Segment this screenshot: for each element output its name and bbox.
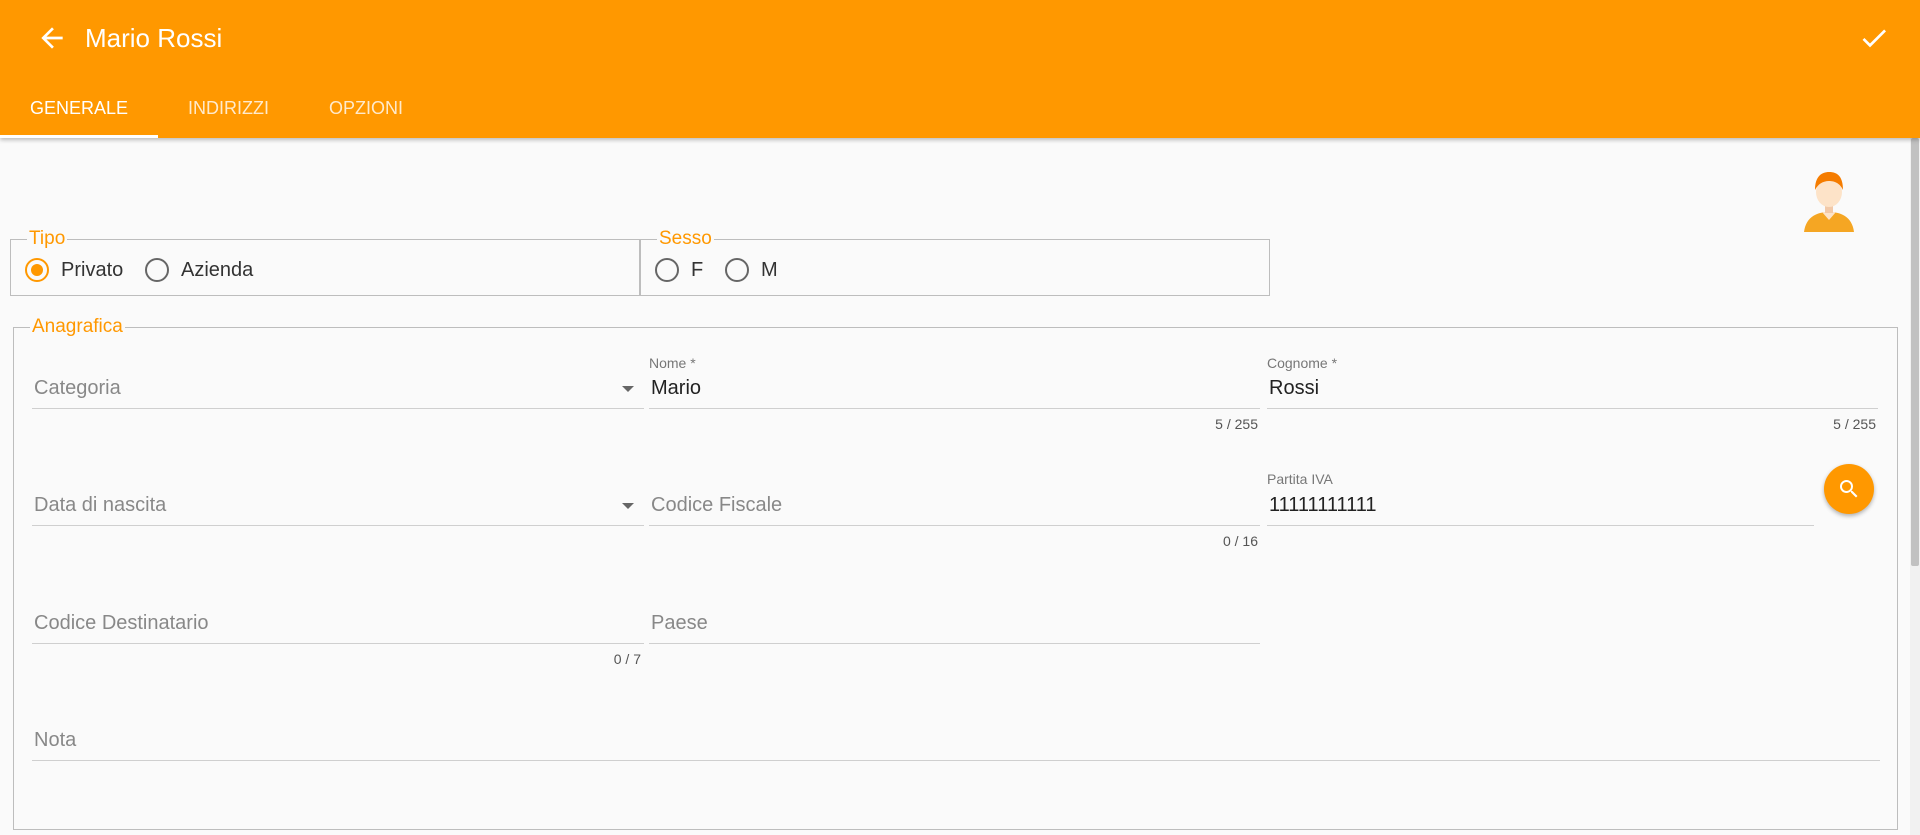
tab-indirizzi[interactable]: INDIRIZZI <box>158 84 299 138</box>
tab-bar: GENERALE INDIRIZZI OPZIONI <box>0 84 433 138</box>
nome-value: Mario <box>651 377 702 399</box>
arrow-left-icon[interactable] <box>36 22 68 54</box>
cognome-label: Cognome * <box>1267 355 1338 371</box>
radio-circle[interactable] <box>655 258 679 282</box>
page-title: Mario Rossi <box>85 23 223 53</box>
radio-privato[interactable]: Privato <box>25 258 123 282</box>
nome-field[interactable]: Nome * Mario <box>649 355 1260 409</box>
radio-azienda-label: Azienda <box>181 258 254 281</box>
sesso-legend: Sesso <box>657 228 714 250</box>
tab-generale[interactable]: GENERALE <box>0 84 159 138</box>
radio-m-label: M <box>761 258 778 281</box>
anagrafica-legend: Anagrafica <box>30 316 125 338</box>
codice-fiscale-counter: 0 / 16 <box>1222 533 1258 549</box>
scrollbar-thumb[interactable] <box>1911 138 1919 566</box>
tipo-group: Tipo Privato Azienda <box>10 228 640 296</box>
chevron-down-icon <box>622 386 634 392</box>
radio-azienda[interactable]: Azienda <box>145 258 253 282</box>
codice-fiscale-field[interactable]: Codice Fiscale <box>649 474 1260 526</box>
radio-privato-label: Privato <box>61 258 124 281</box>
nome-label: Nome * <box>649 355 696 371</box>
search-icon <box>1840 480 1858 498</box>
nome-counter: 5 / 255 <box>1215 416 1258 432</box>
cognome-value: Rossi <box>1269 377 1320 399</box>
data-nascita-placeholder: Data di nascita <box>34 494 167 516</box>
partita-iva-value: 11111111111 <box>1269 494 1377 516</box>
cognome-field[interactable]: Cognome * Rossi <box>1267 355 1878 409</box>
partita-iva-label: Partita IVA <box>1267 471 1333 487</box>
codice-destinatario-placeholder: Codice Destinatario <box>34 612 209 634</box>
radio-f-label: F <box>691 258 704 281</box>
radio-m[interactable]: M <box>725 258 778 282</box>
cognome-counter: 5 / 255 <box>1833 416 1876 432</box>
tab-opzioni[interactable]: OPZIONI <box>299 84 433 138</box>
radio-circle[interactable] <box>145 258 169 282</box>
user-avatar-icon[interactable] <box>1800 168 1858 232</box>
codice-fiscale-placeholder: Codice Fiscale <box>651 494 783 516</box>
codice-destinatario-counter: 0 / 7 <box>613 651 641 667</box>
app-bar: Mario Rossi GENERALE INDIRIZZI OPZIONI <box>0 0 1920 138</box>
codice-destinatario-field[interactable]: Codice Destinatario <box>32 592 644 644</box>
paese-field[interactable]: Paese <box>649 592 1260 644</box>
search-button[interactable] <box>1824 464 1874 514</box>
sesso-group: Sesso F M <box>640 228 1270 296</box>
chevron-down-icon <box>622 503 634 509</box>
nota-field[interactable]: Nota <box>32 709 1880 761</box>
radio-f[interactable]: F <box>655 258 703 282</box>
categoria-placeholder: Categoria <box>34 377 121 399</box>
tipo-legend: Tipo <box>27 228 68 250</box>
nota-placeholder: Nota <box>34 729 77 751</box>
paese-placeholder: Paese <box>651 612 708 634</box>
check-icon[interactable] <box>1858 22 1890 54</box>
partita-iva-field[interactable]: Partita IVA 11111111111 <box>1267 471 1814 526</box>
radio-circle[interactable] <box>25 258 49 282</box>
data-nascita-select[interactable]: Data di nascita <box>32 474 644 526</box>
radio-circle[interactable] <box>725 258 749 282</box>
categoria-select[interactable]: Categoria <box>32 357 644 409</box>
